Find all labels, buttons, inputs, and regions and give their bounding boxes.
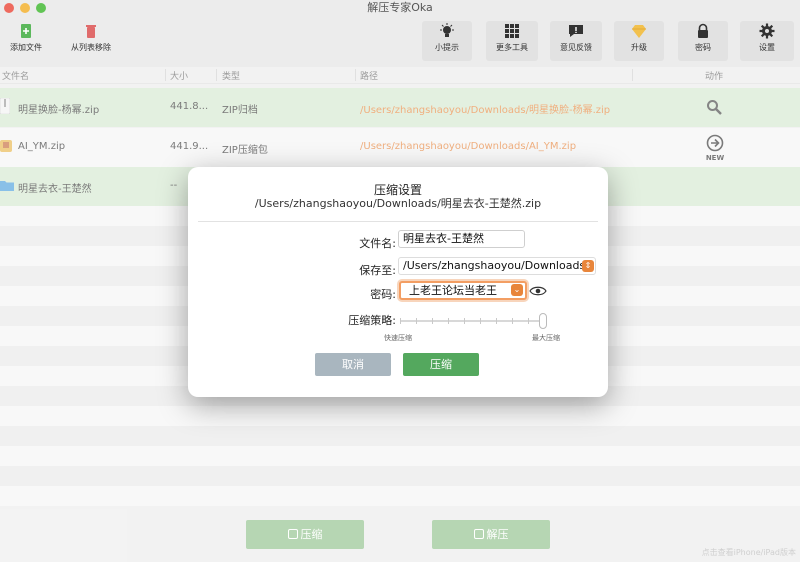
strategy-label: 压缩策略:: [348, 314, 396, 327]
minimize-window-button[interactable]: [20, 3, 30, 13]
lock-icon: [698, 23, 708, 38]
dialog-subtitle: /Users/zhangshaoyou/Downloads/明星去衣-王楚然.z…: [254, 197, 542, 210]
confirm-compress-button[interactable]: 压缩: [403, 353, 479, 376]
grid-icon: [505, 24, 519, 38]
lightbulb-icon: [440, 23, 454, 37]
eye-icon[interactable]: [529, 285, 547, 297]
add-file-icon: [21, 24, 31, 38]
window-title: 解压专家Oka: [367, 1, 433, 14]
gear-icon: [759, 23, 775, 39]
settings-button[interactable]: 设置: [740, 21, 794, 61]
upgrade-button[interactable]: 升级: [614, 21, 664, 61]
feedback-button[interactable]: 意见反馈: [550, 21, 602, 61]
filename-input[interactable]: 明星去衣-王楚然: [398, 230, 525, 248]
divider: [198, 221, 598, 222]
close-window-button[interactable]: [4, 3, 14, 13]
add-file-button[interactable]: 添加文件: [4, 21, 48, 61]
toolbar: 添加文件 从列表移除 小提示 更多工具 意见反馈 升级 密码 设置: [0, 16, 800, 62]
diamond-icon: [632, 25, 646, 38]
tips-button[interactable]: 小提示: [422, 21, 472, 61]
password-label: 密码:: [370, 288, 396, 301]
max-compress-label: 最大压缩: [532, 334, 560, 342]
password-button[interactable]: 密码: [678, 21, 728, 61]
saveto-select[interactable]: /Users/zhangshaoyou/Downloads: [398, 257, 596, 275]
maximize-window-button[interactable]: [36, 3, 46, 13]
compress-settings-dialog: 压缩设置 /Users/zhangshaoyou/Downloads/明星去衣-…: [188, 167, 608, 397]
cancel-button[interactable]: 取消: [315, 353, 391, 376]
filename-label: 文件名:: [359, 237, 396, 250]
slider-knob[interactable]: [539, 313, 547, 329]
saveto-label: 保存至:: [359, 264, 396, 277]
password-input[interactable]: 上老王论坛当老王: [399, 281, 527, 300]
fast-compress-label: 快速压缩: [384, 334, 412, 342]
more-tools-button[interactable]: 更多工具: [486, 21, 538, 61]
remove-from-list-button[interactable]: 从列表移除: [62, 21, 120, 61]
chevron-down-icon[interactable]: ⌄: [511, 284, 523, 296]
slider-track: [400, 320, 544, 322]
title-bar: 解压专家Oka: [0, 0, 800, 16]
chevron-updown-icon[interactable]: ⇕: [582, 260, 594, 272]
chat-alert-icon: [569, 25, 583, 37]
trash-icon: [86, 25, 96, 38]
